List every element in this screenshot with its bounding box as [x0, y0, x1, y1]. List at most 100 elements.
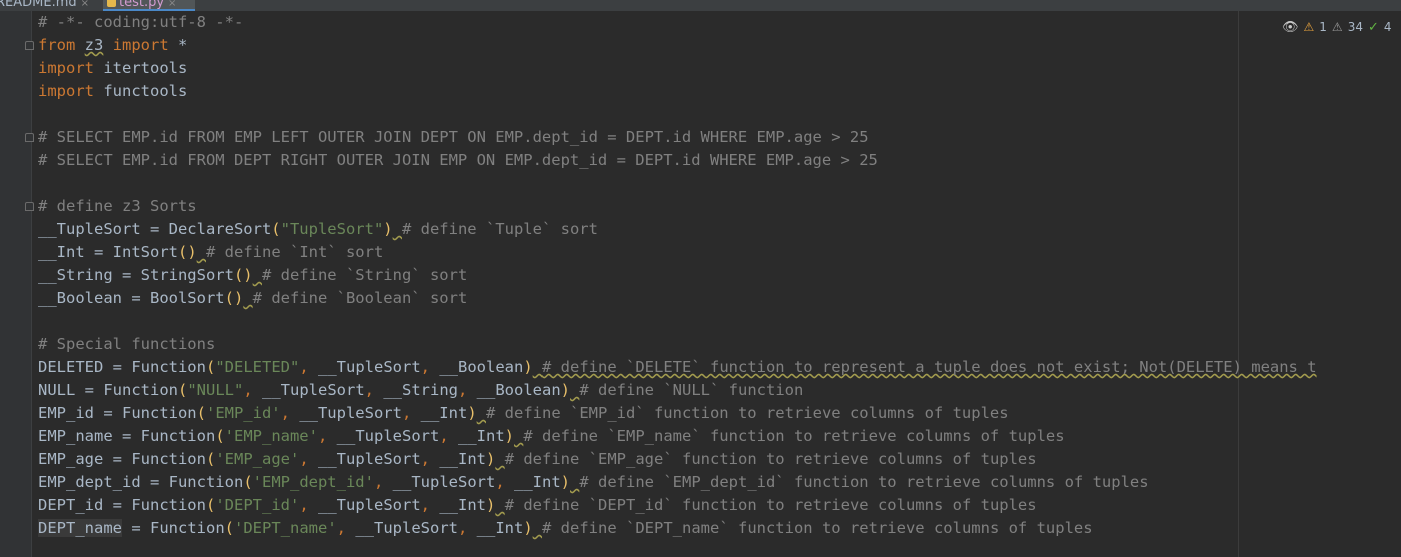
code-token: (: [196, 404, 206, 422]
code-line[interactable]: EMP_name = Function('EMP_name', __TupleS…: [38, 425, 1317, 448]
code-token: ): [560, 473, 570, 491]
code-line[interactable]: DELETED = Function("DELETED", __TupleSor…: [38, 356, 1317, 379]
code-token: "DELETED": [215, 358, 300, 376]
code-token: # Special functions: [38, 335, 216, 353]
code-token: ): [486, 450, 496, 468]
code-editor[interactable]: # -*- coding:utf-8 -*- from z3 import * im…: [38, 11, 1317, 540]
code-line[interactable]: __Int = IntSort() # define `Int` sort: [38, 241, 1317, 264]
code-line[interactable]: __Boolean = BoolSort() # define `Boolean…: [38, 287, 1317, 310]
fold-marker-icon[interactable]: [25, 133, 34, 142]
code-token: import: [38, 82, 94, 100]
code-token: # define `DEPT_id` function to retrieve …: [504, 496, 1037, 514]
close-icon[interactable]: ×: [168, 0, 176, 9]
code-line[interactable]: # -*- coding:utf-8 -*-: [38, 11, 1317, 34]
code-token: # SELECT EMP.id FROM DEPT RIGHT OUTER JO…: [38, 151, 878, 169]
code-token: # define `EMP_age` function to retrieve …: [504, 450, 1037, 468]
code-token: ): [523, 358, 533, 376]
fold-marker-icon[interactable]: [25, 41, 34, 50]
code-token: EMP_name = Function: [38, 427, 216, 445]
code-token: (: [224, 519, 234, 537]
code-line[interactable]: # SELECT EMP.id FROM EMP LEFT OUTER JOIN…: [38, 126, 1317, 149]
fold-marker-icon[interactable]: [25, 202, 34, 211]
code-token: __TupleSort: [308, 450, 421, 468]
code-line[interactable]: # SELECT EMP.id FROM DEPT RIGHT OUTER JO…: [38, 149, 1317, 172]
code-token: ,: [420, 496, 430, 514]
code-token: DELETED = Function: [38, 358, 206, 376]
code-token: (: [215, 427, 225, 445]
code-line[interactable]: [38, 103, 1317, 126]
code-token: 'DEPT_name': [234, 519, 337, 537]
code-token: EMP_age = Function: [38, 450, 206, 468]
code-token: __TupleSort: [308, 358, 421, 376]
code-token: __String = StringSort: [38, 266, 234, 284]
code-token: (: [177, 381, 188, 399]
inspection-widget[interactable]: 👁 ⚠ 1 ⚠ 34 ✓ 4: [1282, 18, 1392, 36]
warning-icon: ⚠: [1303, 20, 1315, 34]
code-token: # SELECT EMP.id FROM EMP LEFT OUTER JOIN…: [38, 128, 869, 146]
code-token: __TupleSort = DeclareSort: [38, 220, 272, 238]
code-line[interactable]: from z3 import *: [38, 34, 1317, 57]
code-token: # define `String` sort: [261, 266, 468, 284]
code-line[interactable]: DEPT_id = Function('DEPT_id', __TupleSor…: [38, 494, 1317, 517]
code-token: # define `DEPT_name` function to retriev…: [542, 519, 1093, 537]
tab-test-py[interactable]: test.py ×: [103, 0, 195, 11]
code-line[interactable]: __String = StringSort() # define `String…: [38, 264, 1317, 287]
code-token: 'EMP_age': [215, 450, 300, 468]
code-token: __Int: [430, 496, 486, 514]
code-line[interactable]: # Special functions: [38, 333, 1317, 356]
code-token: # define `Boolean` sort: [252, 289, 468, 307]
tab-readme-label: README.md: [0, 0, 77, 10]
code-token: # define `DELETE` function to represent …: [542, 358, 1317, 376]
code-token: __Int: [504, 473, 561, 491]
code-token: # define z3 Sorts: [38, 197, 197, 215]
code-line[interactable]: import itertools: [38, 57, 1317, 80]
code-line[interactable]: [38, 310, 1317, 333]
code-line[interactable]: [38, 172, 1317, 195]
code-token: NULL = Function: [38, 381, 178, 399]
code-token: # -*- coding:utf-8 -*-: [38, 13, 244, 31]
reader-mode-eye-icon[interactable]: 👁: [1282, 20, 1299, 35]
code-token: import: [38, 59, 94, 77]
code-token: ): [467, 404, 477, 422]
code-token: ): [523, 519, 533, 537]
code-token: ,: [420, 450, 430, 468]
code-line[interactable]: EMP_age = Function('EMP_age', __TupleSor…: [38, 448, 1317, 471]
code-token: # define `NULL` function: [579, 381, 804, 399]
code-token: ): [560, 381, 571, 399]
warning-count: 1: [1319, 20, 1327, 34]
code-token: __Boolean = BoolSort: [38, 289, 225, 307]
code-token: DEPT_name: [38, 519, 122, 537]
code-token: (: [205, 358, 216, 376]
code-token: (: [205, 450, 216, 468]
code-token: (: [205, 496, 216, 514]
code-token: __Int: [448, 427, 505, 445]
code-token: ,: [373, 473, 384, 491]
code-token: (): [233, 266, 253, 284]
code-line[interactable]: __TupleSort = DeclareSort("TupleSort") #…: [38, 218, 1317, 241]
code-line[interactable]: EMP_dept_id = Function('EMP_dept_id', __…: [38, 471, 1317, 494]
code-token: # define `EMP_name` function to retrieve…: [523, 427, 1065, 445]
code-token: __TupleSort: [383, 473, 496, 491]
code-line[interactable]: # define z3 Sorts: [38, 195, 1317, 218]
close-icon[interactable]: ×: [81, 0, 89, 9]
code-token: ): [383, 220, 393, 238]
tab-readme[interactable]: README.md ×: [0, 0, 89, 11]
code-line[interactable]: EMP_id = Function('EMP_id', __TupleSort,…: [38, 402, 1317, 425]
code-token: ,: [336, 519, 346, 537]
weak-warning-icon: ⚠: [1331, 20, 1343, 34]
code-line[interactable]: import functools: [38, 80, 1317, 103]
code-line[interactable]: DEPT_name = Function('DEPT_name', __Tupl…: [38, 517, 1317, 540]
code-line[interactable]: NULL = Function("NULL", __TupleSort, __S…: [38, 379, 1317, 402]
editor-gutter[interactable]: [0, 11, 32, 557]
code-token: __TupleSort: [346, 519, 458, 537]
